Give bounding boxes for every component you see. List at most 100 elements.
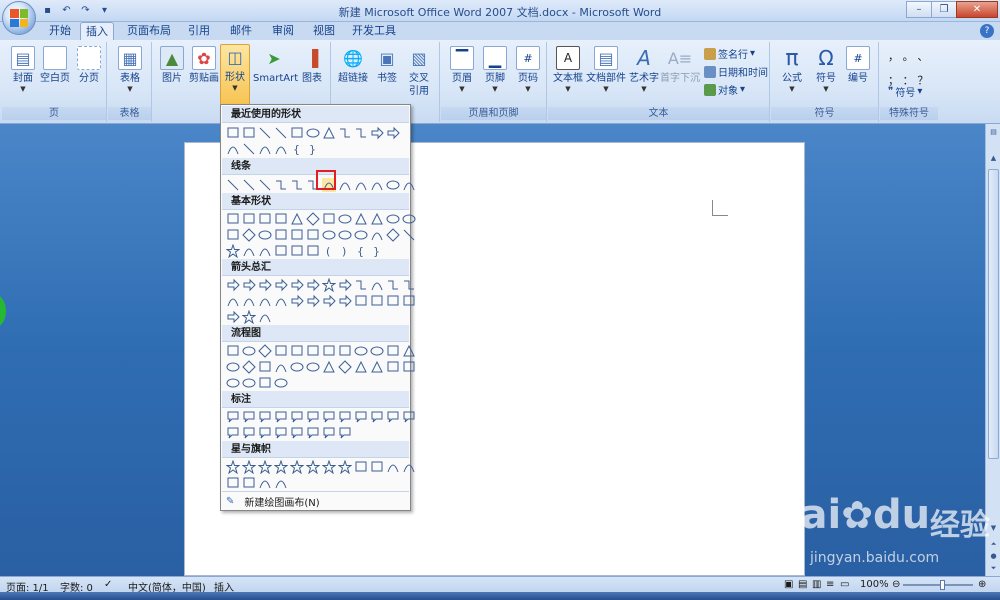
rounded-rectangle-shape[interactable] — [322, 212, 336, 226]
up-down-arrow-shape[interactable] — [306, 278, 320, 292]
line-callout-2-shape[interactable] — [306, 410, 320, 424]
right-triangle-shape[interactable] — [370, 212, 384, 226]
off-page-connector-shape[interactable] — [242, 360, 256, 374]
restore-button[interactable]: ❐ — [931, 1, 957, 18]
parallelogram-shape[interactable] — [274, 212, 288, 226]
bent-arrow-shape[interactable] — [354, 278, 368, 292]
display-shape[interactable] — [274, 376, 288, 390]
triangle-shape[interactable] — [354, 212, 368, 226]
tab-developer[interactable]: 开发工具 — [351, 22, 397, 40]
wordart-button[interactable]: A 艺术字 ▼ — [626, 46, 662, 94]
extract-shape[interactable] — [354, 360, 368, 374]
draft-icon[interactable]: ▭ — [840, 579, 849, 590]
up-arrow-callout-shape[interactable] — [402, 294, 416, 308]
border-callout-4-shape[interactable] — [274, 426, 288, 440]
curved-down-arrow-shape[interactable] — [274, 294, 288, 308]
rectangle-shape[interactable] — [290, 126, 304, 140]
arc-shape[interactable] — [258, 244, 272, 258]
scroll-thumb[interactable] — [988, 169, 999, 459]
cross-shape[interactable] — [226, 228, 240, 242]
shapes-button[interactable]: ◫ 形状 ▼ — [220, 44, 250, 110]
direct-access-storage-shape[interactable] — [258, 376, 272, 390]
triangle-shape[interactable] — [322, 126, 336, 140]
left-right-up-arrow-shape[interactable] — [338, 278, 352, 292]
picture-button[interactable]: ▲ 图片 — [155, 46, 189, 85]
zoom-out-icon[interactable]: ⊖ — [892, 579, 900, 590]
accent-callout-2-shape[interactable] — [370, 410, 384, 424]
five-point-star-shape[interactable] — [274, 460, 288, 474]
document-shape[interactable] — [322, 344, 336, 358]
oval-callout-shape[interactable] — [258, 410, 272, 424]
border-callout-3-shape[interactable] — [258, 426, 272, 440]
diamond-shape[interactable] — [306, 212, 320, 226]
zoom-in-icon[interactable]: ⊕ — [978, 579, 986, 590]
arrow-shape[interactable] — [242, 178, 256, 192]
magnetic-disk-shape[interactable] — [242, 376, 256, 390]
left-right-arrow-callout-shape[interactable] — [226, 310, 240, 324]
eight-point-star-shape[interactable] — [290, 460, 304, 474]
left-bracket-shape[interactable]: ( — [322, 244, 336, 258]
block-arc-shape[interactable] — [370, 228, 384, 242]
cloud-callout-shape[interactable] — [274, 410, 288, 424]
left-brace-shape[interactable]: { — [354, 244, 368, 258]
clip-art-button[interactable]: ✿ 剪贴画 — [187, 46, 221, 85]
outline-icon[interactable]: ≡ — [826, 579, 834, 590]
border-callout-2-shape[interactable] — [242, 426, 256, 440]
cross-reference-button[interactable]: ▧ 交叉 引用 — [402, 46, 436, 98]
accent-border-callout-2-shape[interactable] — [306, 426, 320, 440]
line-callout-4-shape[interactable] — [338, 410, 352, 424]
tab-mailings[interactable]: 邮件 — [226, 22, 256, 40]
down-arrow-shape[interactable] — [386, 126, 400, 140]
double-bracket-shape[interactable] — [274, 244, 288, 258]
lightning-bolt-shape[interactable] — [402, 228, 416, 242]
summing-junction-shape[interactable] — [290, 360, 304, 374]
curved-up-arrow-shape[interactable] — [258, 294, 272, 308]
down-arrow-shape[interactable] — [274, 278, 288, 292]
curved-up-ribbon-shape[interactable] — [386, 460, 400, 474]
line-callout-3-shape[interactable] — [322, 410, 336, 424]
zoom-slider-knob[interactable] — [940, 580, 945, 590]
card-shape[interactable] — [258, 360, 272, 374]
line-shape[interactable] — [258, 126, 272, 140]
or-shape[interactable] — [306, 360, 320, 374]
up-ribbon-shape[interactable] — [354, 460, 368, 474]
symbol-button[interactable]: Ω 符号 ▼ — [809, 46, 843, 94]
quad-arrow-callout-shape[interactable] — [242, 310, 256, 324]
elbow-connector-shape[interactable] — [274, 178, 288, 192]
zoom-slider[interactable] — [903, 584, 973, 586]
office-button[interactable] — [2, 1, 36, 35]
spelling-icon[interactable]: ✓ — [104, 579, 112, 590]
smiley-face-shape[interactable] — [322, 228, 336, 242]
arrow-line-shape[interactable] — [274, 126, 288, 140]
explosion-2-shape[interactable] — [242, 460, 256, 474]
double-wave-shape[interactable] — [274, 476, 288, 490]
scroll-up-icon[interactable]: ▲ — [987, 152, 1000, 165]
oval-shape[interactable] — [386, 212, 400, 226]
smartart-button[interactable]: ➤ SmartArt — [253, 46, 298, 85]
special-char[interactable]: 、 — [917, 48, 932, 64]
oval-shape[interactable] — [306, 126, 320, 140]
curved-double-arrow-shape[interactable] — [354, 178, 368, 192]
tab-references[interactable]: 引用 — [184, 22, 214, 40]
equation-button[interactable]: π 公式 ▼ — [775, 46, 809, 93]
border-callout-1-shape[interactable] — [226, 426, 240, 440]
preparation-shape[interactable] — [370, 344, 384, 358]
text-box-button[interactable]: A 文本框 ▼ — [550, 46, 586, 93]
elbow-arrow-shape[interactable] — [354, 126, 368, 140]
explosion-1-shape[interactable] — [226, 460, 240, 474]
tab-review[interactable]: 审阅 — [268, 22, 298, 40]
quick-parts-button[interactable]: ▤ 文档部件 ▼ — [586, 46, 626, 93]
page-number-button[interactable]: # 页码 ▼ — [511, 46, 545, 93]
right-arrow-shape[interactable] — [226, 278, 240, 292]
delay-shape[interactable] — [402, 360, 416, 374]
up-arrow-shape[interactable] — [258, 278, 272, 292]
down-arrow-callout-shape[interactable] — [370, 294, 384, 308]
curved-down-ribbon-shape[interactable] — [402, 460, 416, 474]
special-symbol-button[interactable]: ❞ 符号 ▾ — [888, 84, 922, 99]
scribble-shape[interactable] — [402, 178, 416, 192]
heart-shape[interactable] — [386, 228, 400, 242]
print-layout-icon[interactable]: ▣ — [784, 579, 793, 590]
hyperlink-button[interactable]: 🌐 超链接 — [336, 46, 370, 85]
no-symbol-shape[interactable] — [354, 228, 368, 242]
right-bracket-shape[interactable]: ) — [338, 244, 352, 258]
